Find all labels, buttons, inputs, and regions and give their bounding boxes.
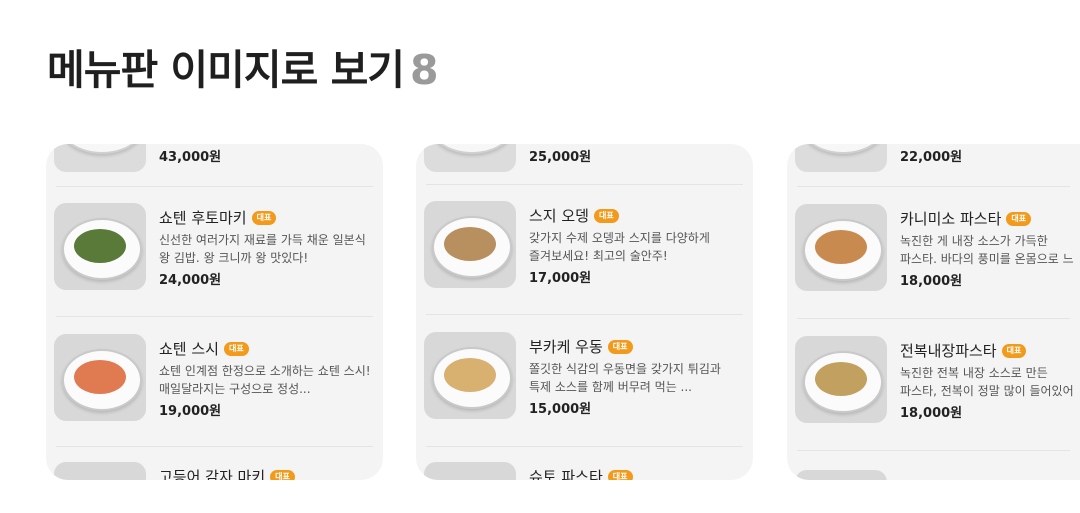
food-color — [74, 229, 126, 263]
food-photo — [424, 144, 516, 172]
item-name: 쇼텐 후토마키 대표 — [159, 207, 277, 228]
divider — [56, 316, 373, 317]
item-price: 17,000원 — [529, 271, 592, 286]
food-photo — [424, 332, 516, 419]
item-name: 쇼텐 스시 대표 — [159, 338, 249, 359]
menu-item-partial[interactable]: 22,000원 — [787, 144, 1080, 184]
menu-item-partial[interactable] — [787, 470, 1080, 480]
menu-item-partial[interactable]: 43,000원 — [46, 144, 383, 184]
food-photo — [424, 201, 516, 288]
food-photo — [795, 470, 887, 480]
menu-item-partial[interactable]: 고등어 감자 마키 대표 — [46, 462, 383, 480]
signature-badge: 대표 — [607, 339, 633, 354]
menu-card[interactable]: 22,000원 카니미소 파스타 대표 녹진한 게 내장 소스가 가득한 파스타.… — [787, 144, 1080, 480]
menu-item[interactable]: 카니미소 파스타 대표 녹진한 게 내장 소스가 가득한 파스타. 바다의 풍미를… — [787, 188, 1080, 306]
divider — [426, 446, 743, 447]
item-description: 녹진한 전복 내장 소스로 만든 파스타, 전복이 정말 많이 들어있어 — [900, 366, 1074, 398]
food-photo — [795, 204, 887, 291]
page-title: 메뉴판 이미지로 보기 8 — [47, 36, 439, 96]
food-photo — [795, 144, 887, 172]
signature-badge: 대표 — [223, 341, 249, 356]
menu-card[interactable]: 43,000원 쇼텐 후토마키 대표 신선한 여러가지 재료를 가득 채운 일본식… — [46, 144, 383, 480]
signature-badge: 대표 — [1001, 343, 1027, 358]
divider — [426, 314, 743, 315]
signature-badge: 대표 — [593, 208, 619, 223]
item-description: 쫄깃한 식감의 우동면을 갖가지 튀김과 특제 소스를 함께 버무려 먹는 ..… — [529, 362, 721, 394]
item-description: 갖가지 수제 오뎅과 스지를 다양하게 즐겨보세요! 최고의 술안주! — [529, 231, 710, 263]
item-name: 슈토 파스타 대표 — [529, 466, 633, 480]
menu-item[interactable]: 쇼텐 후토마키 대표 신선한 여러가지 재료를 가득 채운 일본식 왕 김밥. 왕… — [46, 187, 383, 305]
divider — [797, 318, 1070, 319]
item-description: 쇼텐 인계점 한정으로 소개하는 쇼텐 스시! 매일달라지는 구성으로 정성..… — [159, 364, 371, 396]
page-title-text: 메뉴판 이미지로 보기 — [47, 46, 405, 94]
food-photo — [795, 336, 887, 423]
item-price: 43,000원 — [159, 150, 222, 165]
item-name: 고등어 감자 마키 대표 — [159, 466, 295, 480]
divider — [56, 446, 373, 447]
item-name: 카니미소 파스타 대표 — [900, 208, 1032, 229]
signature-badge: 대표 — [251, 210, 277, 225]
food-photo — [54, 334, 146, 421]
item-price: 15,000원 — [529, 402, 592, 417]
food-photo — [54, 203, 146, 290]
menu-item-partial[interactable]: 슈토 파스타 대표 — [416, 462, 753, 480]
food-photo — [54, 144, 146, 172]
menu-item[interactable]: 스지 오뎅 대표 갖가지 수제 오뎅과 스지를 다양하게 즐겨보세요! 최고의 술… — [416, 185, 753, 303]
food-photo — [424, 462, 516, 480]
item-name: 부카케 우동 대표 — [529, 336, 633, 357]
item-description: 녹진한 게 내장 소스가 가득한 파스타. 바다의 풍미를 온몸으로 느 — [900, 234, 1074, 266]
signature-badge: 대표 — [607, 469, 633, 480]
item-price: 24,000원 — [159, 273, 222, 288]
item-description: 신선한 여러가지 재료를 가득 채운 일본식 왕 김밥. 왕 크니까 왕 맛있다… — [159, 233, 366, 265]
divider — [797, 450, 1070, 451]
item-name: 전복내장파스타 대표 — [900, 340, 1027, 361]
signature-badge: 대표 — [270, 469, 295, 480]
menu-item[interactable]: 전복내장파스타 대표 녹진한 전복 내장 소스로 만든 파스타, 전복이 정말 많… — [787, 320, 1080, 438]
menu-image-count: 8 — [410, 46, 439, 94]
item-price: 18,000원 — [900, 274, 963, 289]
menu-item[interactable]: 쇼텐 스시 대표 쇼텐 인계점 한정으로 소개하는 쇼텐 스시! 매일달라지는 구… — [46, 318, 383, 436]
menu-item[interactable]: 부카케 우동 대표 쫄깃한 식감의 우동면을 갖가지 튀김과 특제 소스를 함께 … — [416, 316, 753, 434]
divider — [797, 186, 1070, 187]
item-price: 19,000원 — [159, 404, 222, 419]
menu-item-partial[interactable]: 25,000원 — [416, 144, 753, 184]
item-price: 25,000원 — [529, 150, 592, 165]
item-name: 스지 오뎅 대표 — [529, 205, 619, 226]
food-photo — [54, 462, 146, 480]
signature-badge: 대표 — [1006, 211, 1032, 226]
item-price: 22,000원 — [900, 150, 963, 165]
menu-card[interactable]: 25,000원 스지 오뎅 대표 갖가지 수제 오뎅과 스지를 다양하게 즐겨보세… — [416, 144, 753, 480]
item-price: 18,000원 — [900, 406, 963, 421]
